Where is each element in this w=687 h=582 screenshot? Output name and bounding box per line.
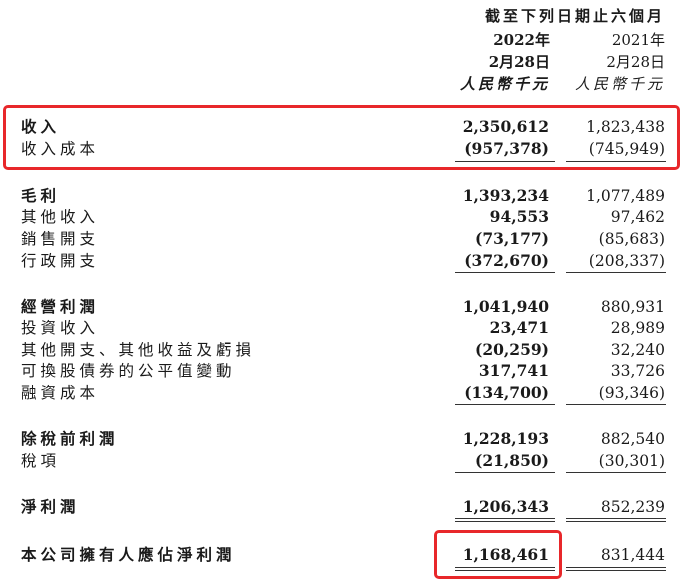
row-value-2021: 852,239 — [600, 498, 665, 516]
col1-year: 2022年 — [493, 31, 550, 49]
row-label: 經營利潤 — [21, 297, 100, 316]
row-label: 收入成本 — [21, 140, 100, 158]
row-label: 除稅前利潤 — [21, 429, 119, 448]
subtotal-rule — [566, 161, 666, 162]
row-label: 可換股債券的公平值變動 — [21, 362, 236, 380]
row-value-2021: 32,240 — [610, 341, 665, 359]
row-value-2021: (93,346) — [598, 384, 665, 402]
row-admin-expenses: 行政開支 (372,670) (208,337) — [0, 250, 687, 272]
row-finance-costs: 融資成本 (134,700) (93,346) — [0, 382, 687, 404]
row-value-2021: (30,301) — [598, 452, 665, 470]
period-header: 截至下列日期止六個月 — [484, 7, 665, 25]
row-value-2021: 882,540 — [600, 430, 665, 448]
total-double-rule — [455, 521, 555, 522]
row-value-2022: 2,350,612 — [462, 117, 549, 136]
total-double-rule — [566, 567, 666, 568]
subtotal-rule — [566, 472, 666, 473]
row-label: 收入 — [21, 117, 61, 136]
row-value-2021: (745,949) — [588, 140, 665, 158]
col1-unit: 人民幣千元 — [459, 75, 550, 93]
row-value-2021: 97,462 — [610, 208, 665, 226]
row-label: 其他收入 — [21, 208, 100, 226]
row-other-expenses-gains-losses: 其他開支、其他收益及虧損 (20,259) 32,240 — [0, 339, 687, 361]
row-value-2022: (957,378) — [464, 139, 549, 158]
row-value-2022: 1,206,343 — [462, 497, 549, 516]
row-label: 本公司擁有人應佔淨利潤 — [21, 545, 236, 564]
row-label: 毛利 — [21, 186, 61, 205]
row-tax: 稅項 (21,850) (30,301) — [0, 450, 687, 472]
subtotal-rule — [455, 272, 555, 273]
row-value-2021: 831,444 — [600, 546, 665, 564]
row-label: 淨利潤 — [21, 497, 80, 516]
row-value-2021: 33,726 — [610, 362, 665, 380]
row-cost-of-revenue: 收入成本 (957,378) (745,949) — [0, 138, 687, 160]
row-value-2022: (372,670) — [464, 251, 549, 270]
col2-unit: 人民幣千元 — [574, 75, 665, 93]
subtotal-rule — [566, 272, 666, 273]
subtotal-rule — [455, 472, 555, 473]
col1-date: 2月28日 — [488, 53, 550, 71]
row-value-2022: 1,041,940 — [462, 297, 549, 316]
total-double-rule — [455, 518, 555, 519]
subtotal-rule — [455, 404, 555, 405]
row-net-profit-attributable: 本公司擁有人應佔淨利潤 1,168,461 831,444 — [0, 544, 687, 566]
row-value-2022: (21,850) — [475, 451, 549, 470]
row-selling-expenses: 銷售開支 (73,177) (85,683) — [0, 228, 687, 250]
row-label: 投資收入 — [21, 319, 100, 337]
row-net-profit: 淨利潤 1,206,343 852,239 — [0, 496, 687, 518]
total-double-rule — [566, 570, 666, 571]
total-double-rule — [566, 521, 666, 522]
row-profit-before-tax: 除稅前利潤 1,228,193 882,540 — [0, 428, 687, 450]
row-value-2022: 1,393,234 — [462, 186, 549, 205]
row-investment-income: 投資收入 23,471 28,989 — [0, 317, 687, 339]
row-value-2021: 28,989 — [610, 319, 665, 337]
col2-year: 2021年 — [611, 31, 665, 49]
total-double-rule — [455, 567, 555, 568]
row-label: 銷售開支 — [21, 230, 100, 248]
total-double-rule — [566, 518, 666, 519]
row-value-2021: (208,337) — [588, 252, 665, 270]
row-label: 其他開支、其他收益及虧損 — [21, 341, 256, 359]
row-revenue: 收入 2,350,612 1,823,438 — [0, 116, 687, 138]
row-value-2022: (134,700) — [464, 383, 549, 402]
row-value-2021: (85,683) — [598, 230, 665, 248]
row-value-2022: 1,168,461 — [462, 545, 549, 564]
row-value-2021: 1,077,489 — [586, 187, 665, 205]
total-double-rule — [455, 570, 555, 571]
row-value-2021: 880,931 — [600, 298, 665, 316]
col2-date: 2月28日 — [606, 53, 665, 71]
row-value-2022: (20,259) — [475, 340, 549, 359]
row-convertible-bond-fair-value: 可換股債券的公平值變動 317,741 33,726 — [0, 360, 687, 382]
subtotal-rule — [455, 161, 555, 162]
subtotal-rule — [566, 404, 666, 405]
row-value-2022: 1,228,193 — [462, 429, 549, 448]
row-operating-profit: 經營利潤 1,041,940 880,931 — [0, 296, 687, 318]
row-label: 行政開支 — [21, 252, 100, 270]
row-other-income: 其他收入 94,553 97,462 — [0, 206, 687, 228]
row-gross-profit: 毛利 1,393,234 1,077,489 — [0, 185, 687, 207]
row-value-2022: 23,471 — [489, 318, 549, 337]
row-value-2022: (73,177) — [475, 229, 549, 248]
row-label: 稅項 — [21, 452, 61, 470]
row-label: 融資成本 — [21, 384, 100, 402]
row-value-2022: 317,741 — [478, 361, 549, 380]
row-value-2021: 1,823,438 — [586, 118, 665, 136]
row-value-2022: 94,553 — [489, 207, 549, 226]
